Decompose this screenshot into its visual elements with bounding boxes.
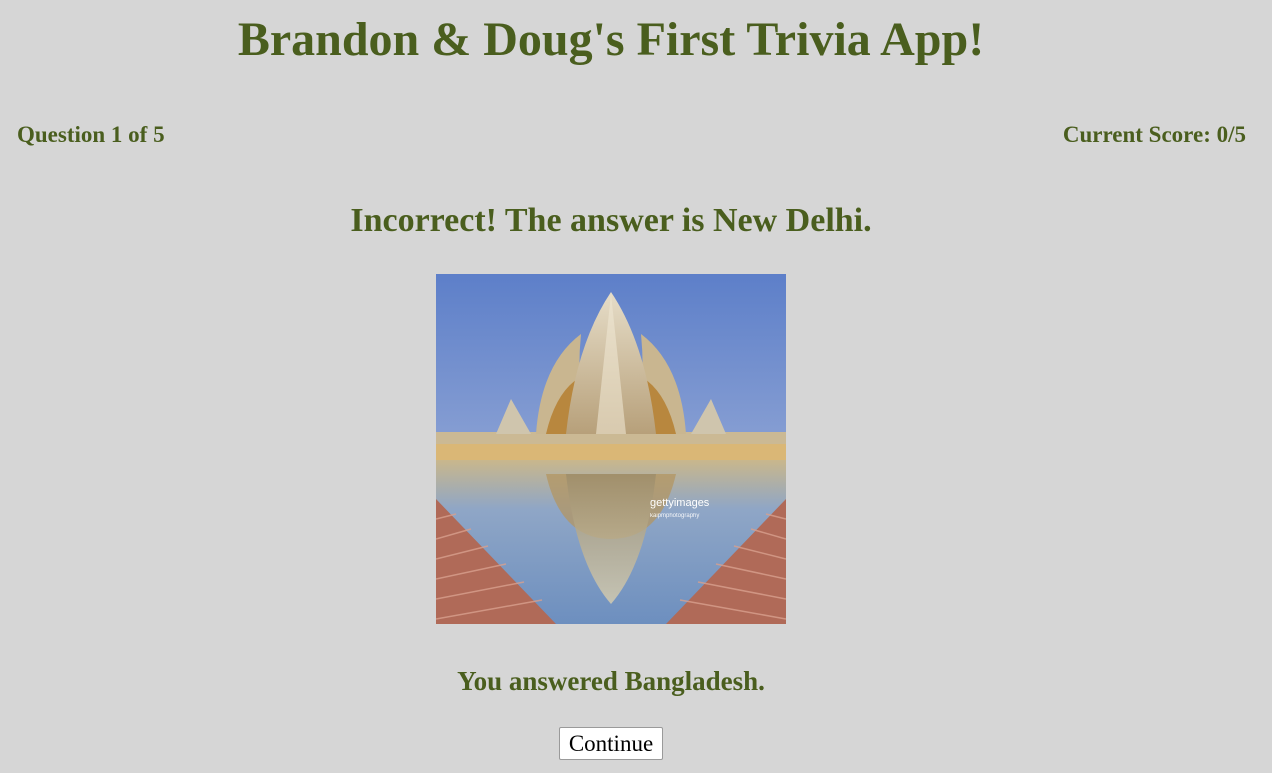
- answer-image: gettyimages kaipmphotography: [436, 274, 786, 624]
- trivia-page: Brandon & Doug's First Trivia App! Quest…: [0, 0, 1272, 773]
- current-score: Current Score: 0/5: [1062, 122, 1246, 147]
- continue-button[interactable]: Continue: [559, 727, 663, 760]
- result-message: Incorrect! The answer is New Delhi.: [350, 202, 872, 239]
- app-title: Brandon & Doug's First Trivia App!: [237, 13, 985, 66]
- image-watermark: gettyimages: [650, 497, 710, 509]
- image-watermark-sub: kaipmphotography: [650, 513, 699, 519]
- question-counter: Question 1 of 5: [17, 122, 165, 147]
- user-answer-message: You answered Bangladesh.: [457, 666, 765, 696]
